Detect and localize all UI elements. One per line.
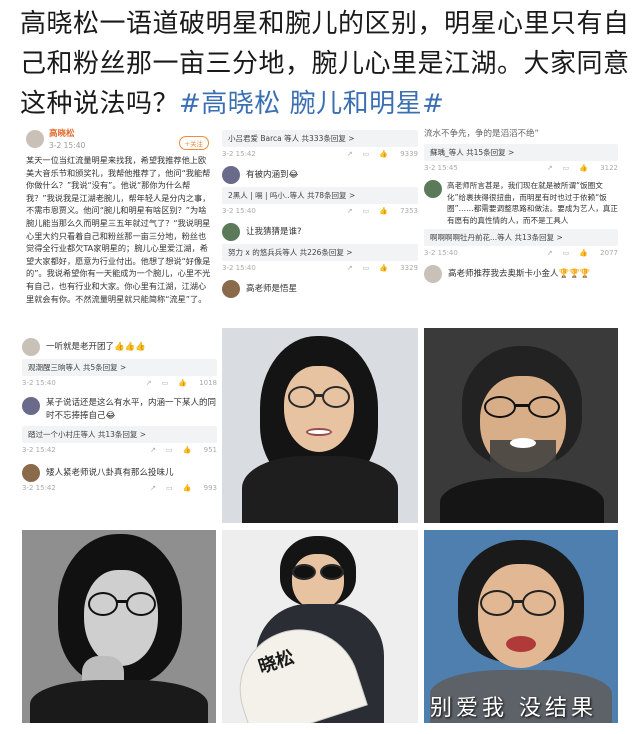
- commenter-avatar[interactable]: [22, 338, 40, 356]
- commenter-avatar[interactable]: [22, 397, 40, 415]
- comment-text: 有被内涵到😂: [246, 169, 299, 180]
- comment-meta: 3-2 15:45 ↗ ▭ 👍 3122: [424, 164, 618, 172]
- comment-text: 流水不争先，争的是滔滔不绝”: [424, 129, 539, 139]
- like-icon[interactable]: 👍 3329: [379, 264, 418, 272]
- comment-text: 高老师所言甚是，我们现在就是被所谓“饭圈文化”给裹挟得很扭曲，而明星有时也过于依…: [447, 181, 618, 225]
- commenter-avatar[interactable]: [22, 464, 40, 482]
- comments-screenshot-left: 一听就是老开团了👍👍👍 观潮醒三晌等人 共5条回复 > 3-2 15:40 ↗ ▭…: [22, 332, 217, 522]
- like-icon[interactable]: 👍 2077: [579, 249, 618, 257]
- comment-text: 某子说话还是这么有水平，内涵一下某人的同时不忘捧捧自己😂: [46, 398, 217, 421]
- comment-meta: 3-2 15:40 ↗ ▭ 👍 2077: [424, 249, 618, 257]
- commenter-avatar[interactable]: [222, 223, 240, 241]
- comment-meta: 3-2 15:42 ↗ ▭ 👍 9339: [222, 150, 418, 158]
- hashtag-link[interactable]: #高晓松 腕儿和明星#: [179, 89, 444, 119]
- reply-thread-link[interactable]: 踏过一个小村庄等人 共13条回复 >: [22, 426, 217, 443]
- comment-icon[interactable]: ▭: [363, 264, 370, 272]
- portrait-photo-smiling[interactable]: [222, 328, 418, 523]
- comment-text: 高老师推荐我去奥斯卡小金人🏆🏆🏆: [448, 268, 591, 279]
- comment-text: 让我猜猜是谁?: [246, 226, 302, 237]
- reply-thread-link[interactable]: 啊啊啊啊牡丹前花...等人 共13条回复 >: [424, 229, 618, 246]
- share-icon[interactable]: ↗: [150, 484, 156, 492]
- comments-screenshot-right: 流水不争先，争的是滔滔不绝” 蘇瑀_等人 共15条回复 > 3-2 15:45 …: [424, 124, 618, 326]
- comment-icon[interactable]: ▭: [166, 484, 173, 492]
- like-icon[interactable]: 👍 3122: [579, 164, 618, 172]
- comment-icon[interactable]: ▭: [363, 207, 370, 215]
- portrait-photo-stage[interactable]: [424, 328, 618, 523]
- comment-meta: 3-2 15:40 ↗ ▭ 👍 3329: [222, 264, 418, 272]
- commenter-avatar[interactable]: [424, 265, 442, 283]
- comment-icon[interactable]: ▭: [563, 249, 570, 257]
- comment-text: 一听就是老开团了👍👍👍: [46, 341, 146, 352]
- like-icon[interactable]: 👍 993: [183, 484, 217, 492]
- comment-meta: 3-2 15:40 ↗ ▭ 👍 7353: [222, 207, 418, 215]
- video-subtitle: 别爱我 没结果: [430, 696, 597, 721]
- share-icon[interactable]: ↗: [347, 207, 353, 215]
- share-icon[interactable]: ↗: [547, 249, 553, 257]
- post-body: 某天一位当红流量明星来找我，希望我推荐他上欧美大音乐节和颁奖礼，我帮他推荐了，他…: [26, 155, 211, 304]
- portrait-photo-fan[interactable]: 晓松: [222, 530, 418, 723]
- author-name[interactable]: 高晓松: [49, 128, 85, 141]
- like-icon[interactable]: 👍 9339: [379, 150, 418, 158]
- comment-meta: 3-2 15:40 ↗ ▭ 👍 1018: [22, 379, 217, 387]
- original-post-screenshot: 高晓松 3-2 15:40 +关注 某天一位当红流量明星来找我，希望我推荐他上欧…: [22, 124, 217, 326]
- comment-icon[interactable]: ▭: [166, 446, 173, 454]
- share-icon[interactable]: ↗: [547, 164, 553, 172]
- post-headline: 高晓松一语道破明星和腕儿的区别，明星心里只有自己和粉丝那一亩三分地，腕儿心里是江…: [20, 4, 632, 124]
- commenter-avatar[interactable]: [222, 280, 240, 298]
- share-icon[interactable]: ↗: [146, 379, 152, 387]
- like-icon[interactable]: 👍 1018: [178, 379, 217, 387]
- comment-text: 高老师是悟星: [246, 283, 298, 294]
- share-icon[interactable]: ↗: [347, 150, 353, 158]
- comment-icon[interactable]: ▭: [563, 164, 570, 172]
- post-time: 3-2 15:40: [49, 141, 86, 150]
- portrait-photo-bw[interactable]: [22, 530, 216, 723]
- comments-screenshot-middle: 小吕君爱 Barca 等人 共333条回复 > 3-2 15:42 ↗ ▭ 👍 93…: [222, 124, 418, 326]
- reply-thread-link[interactable]: 努力 x 的悠兵兵等人 共226条回复 >: [222, 244, 418, 261]
- comment-text: 矮人紧老师说八卦真有那么投味儿: [46, 467, 174, 478]
- reply-thread-link[interactable]: 小吕君爱 Barca 等人 共333条回复 >: [222, 130, 418, 147]
- follow-button[interactable]: +关注: [178, 136, 209, 150]
- portrait-photo-subtitle[interactable]: 别爱我 没结果: [424, 530, 618, 723]
- commenter-avatar[interactable]: [222, 166, 240, 184]
- reply-thread-link[interactable]: 蘇瑀_等人 共15条回复 >: [424, 144, 618, 161]
- like-icon[interactable]: 👍 7353: [379, 207, 418, 215]
- reply-thread-link[interactable]: 观潮醒三晌等人 共5条回复 >: [22, 359, 217, 376]
- comment-meta: 3-2 15:42 ↗ ▭ 👍 951: [22, 446, 217, 454]
- author-avatar[interactable]: [26, 130, 44, 148]
- comment-meta: 3-2 15:42 ↗ ▭ 👍 993: [22, 484, 217, 492]
- like-icon[interactable]: 👍 951: [183, 446, 217, 454]
- comment-icon[interactable]: ▭: [162, 379, 169, 387]
- comment-icon[interactable]: ▭: [363, 150, 370, 158]
- reply-thread-link[interactable]: 2黑人 | 嗝 | 吗小..等人 共78条回复 >: [222, 187, 418, 204]
- share-icon[interactable]: ↗: [150, 446, 156, 454]
- commenter-avatar[interactable]: [424, 180, 442, 198]
- share-icon[interactable]: ↗: [347, 264, 353, 272]
